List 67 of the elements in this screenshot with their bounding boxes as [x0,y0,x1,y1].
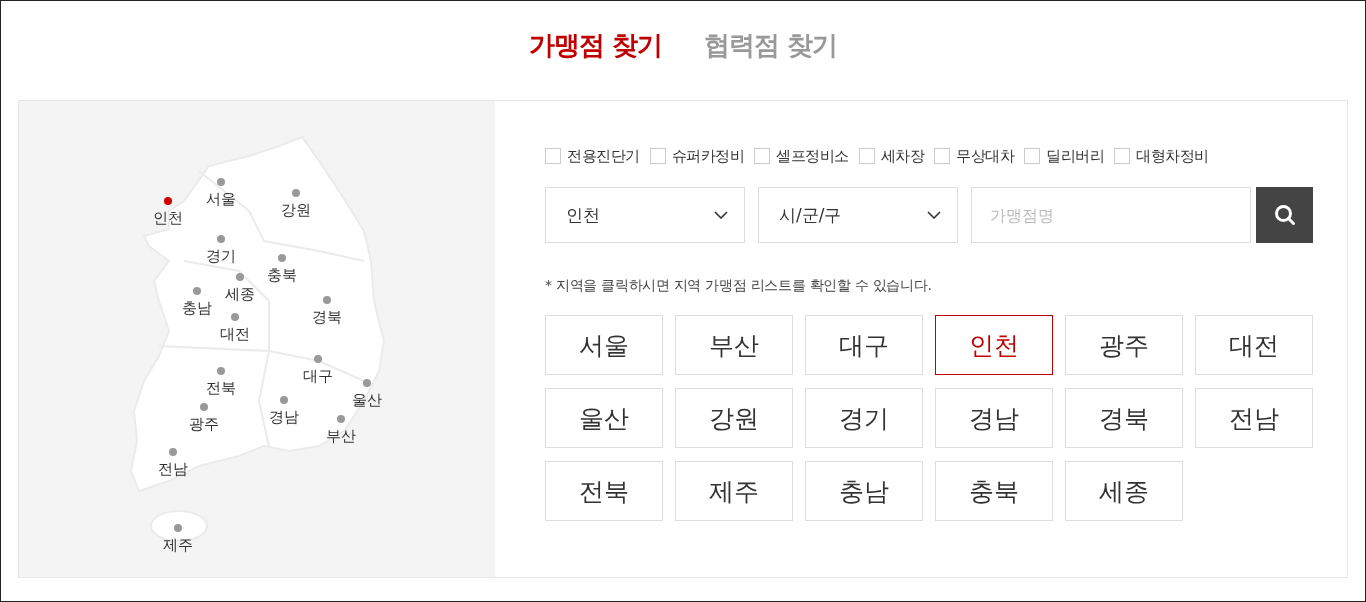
region-label: 전북 [206,379,236,398]
region-button[interactable]: 강원 [675,388,793,448]
map-region[interactable]: 부산 [326,415,356,446]
dropdown[interactable]: 시/군/구 [758,187,958,243]
region-button[interactable]: 경기 [805,388,923,448]
region-button[interactable]: 세종 [1065,461,1183,521]
chevron-down-icon [714,211,728,219]
region-label: 경남 [269,408,299,427]
region-label: 충북 [267,266,297,285]
region-button[interactable]: 울산 [545,388,663,448]
region-label: 전남 [158,460,188,479]
region-label: 인천 [153,209,183,228]
region-label: 울산 [352,391,382,410]
region-button[interactable]: 대구 [805,315,923,375]
search-button[interactable] [1256,187,1313,243]
region-button[interactable]: 충북 [935,461,1053,521]
map-region[interactable]: 경북 [312,296,342,327]
filter-checkbox[interactable]: 대형차정비 [1114,146,1209,166]
map-region[interactable]: 전남 [158,448,188,479]
filter-checkbox[interactable]: 셀프정비소 [754,146,849,166]
region-label: 서울 [206,190,236,209]
map-region[interactable]: 대전 [220,313,250,344]
region-button[interactable]: 제주 [675,461,793,521]
map-region[interactable]: 경남 [269,396,299,427]
region-button[interactable]: 서울 [545,315,663,375]
region-label: 제주 [163,536,193,555]
region-label: 세종 [225,285,255,304]
filter-checkbox[interactable]: 무상대차 [934,146,1014,166]
region-button[interactable]: 전북 [545,461,663,521]
map-region[interactable]: 충남 [182,287,212,318]
map-region[interactable]: 울산 [352,379,382,410]
region-button[interactable]: 인천 [935,315,1053,375]
map-region[interactable]: 경기 [206,235,236,266]
map-region[interactable]: 세종 [225,273,255,304]
region-button[interactable]: 대전 [1195,315,1313,375]
region-label: 광주 [189,415,219,434]
region-label: 대구 [303,367,333,386]
map-region[interactable]: 강원 [281,189,311,220]
region-button[interactable]: 전남 [1195,388,1313,448]
map-region[interactable]: 광주 [189,403,219,434]
chevron-down-icon [927,211,941,219]
region-label: 대전 [220,325,250,344]
filter-checkbox[interactable]: 전용진단기 [545,146,640,166]
region-button[interactable]: 광주 [1065,315,1183,375]
dropdown[interactable]: 인천 [545,187,745,243]
filter-checkbox[interactable]: 슈퍼카정비 [649,146,744,166]
hint-text: * 지역을 클릭하시면 지역 가맹점 리스트를 확인할 수 있습니다. [545,277,933,295]
region-button[interactable]: 부산 [675,315,793,375]
region-label: 강원 [281,201,311,220]
map-region[interactable]: 대구 [303,355,333,386]
search-icon [1273,204,1296,226]
region-label: 경북 [312,308,342,327]
region-button[interactable]: 경남 [935,388,1053,448]
tab[interactable]: 가맹점 찾기 [528,25,662,65]
region-button[interactable]: 충남 [805,461,923,521]
region-label: 충남 [182,299,212,318]
map-region[interactable]: 인천 [153,197,183,228]
region-label: 부산 [326,427,356,446]
map-region[interactable]: 전북 [206,367,236,398]
map-region[interactable]: 서울 [206,178,236,209]
map-region[interactable]: 충북 [267,254,297,285]
region-label: 경기 [206,247,236,266]
search-field[interactable]: 가맹점명 [971,187,1251,243]
region-button[interactable]: 경북 [1065,388,1183,448]
filter-checkbox[interactable]: 딜리버리 [1024,146,1104,166]
map-region[interactable]: 제주 [163,524,193,555]
filter-checkbox[interactable]: 세차장 [858,146,924,166]
